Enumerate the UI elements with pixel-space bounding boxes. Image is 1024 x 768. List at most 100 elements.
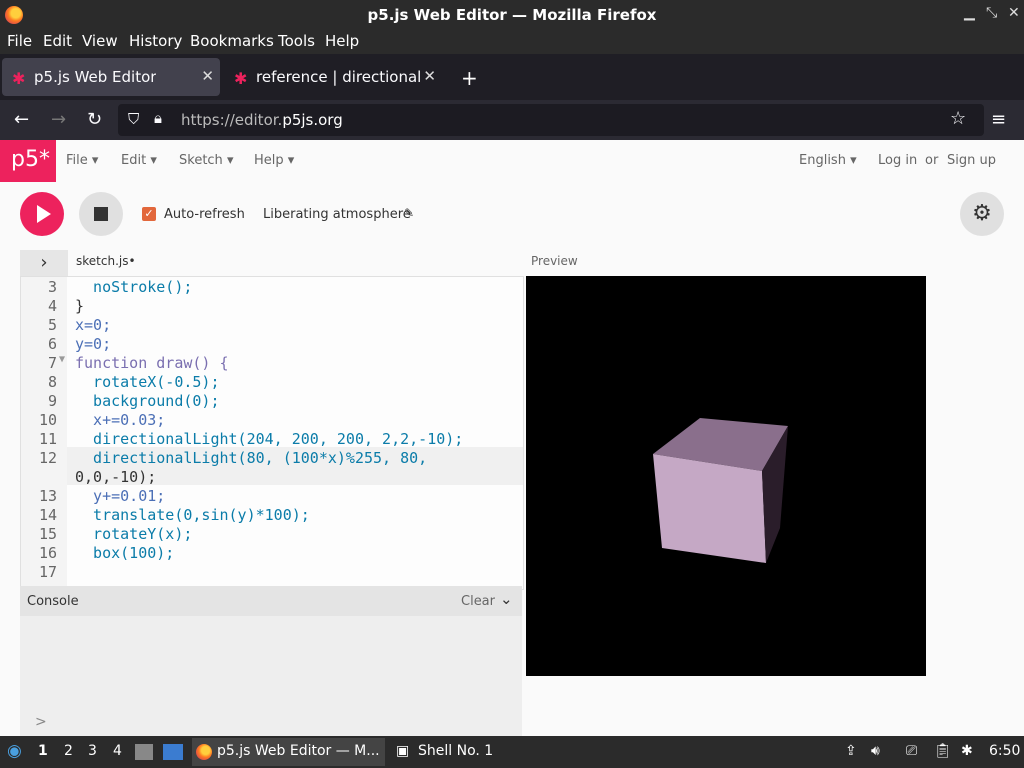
p5-favicon-icon: ✱: [234, 69, 248, 88]
line-number: 3: [47, 278, 57, 296]
menu-tools[interactable]: Tools: [278, 32, 315, 50]
p5-logo[interactable]: p5*: [0, 140, 56, 182]
reload-icon[interactable]: ↻: [87, 109, 102, 130]
p5-menu-file[interactable]: File ▾: [66, 153, 98, 168]
code-line: y+=0.01;: [75, 487, 166, 505]
forward-icon[interactable]: →: [51, 109, 66, 130]
network-icon[interactable]: ⎚: [906, 743, 917, 759]
line-number: 11: [38, 430, 57, 448]
edit-pencil-icon[interactable]: ✎: [404, 206, 414, 220]
p5-menu-edit[interactable]: Edit ▾: [121, 153, 157, 168]
new-tab-icon[interactable]: +: [461, 66, 478, 90]
close-tab-icon[interactable]: ✕: [201, 67, 214, 85]
stop-button[interactable]: [79, 192, 123, 236]
files-icon[interactable]: [135, 744, 153, 760]
line-number: 13: [38, 487, 57, 505]
or-text: or: [925, 153, 939, 168]
line-number: 17: [38, 563, 57, 581]
editor-area: › sketch.js• Preview 3 4 5 6 7 ▼ 8 9 10 …: [0, 246, 1024, 736]
tray-upload-icon[interactable]: ⇪: [845, 743, 857, 759]
expand-sidebar-chevron-icon[interactable]: ›: [20, 250, 68, 276]
workspace-3[interactable]: 3: [88, 743, 97, 759]
terminal-icon: ▣: [396, 743, 410, 759]
console-header: Console Clear ⌄: [20, 586, 522, 616]
code-line: x=0;: [75, 316, 112, 334]
workspace-2[interactable]: 2: [64, 743, 73, 759]
firefox-icon: [196, 744, 212, 760]
language-select[interactable]: English ▾: [799, 153, 857, 168]
code-line: translate(0,sin(y)*100);: [75, 506, 310, 524]
navigation-bar: ← → ↻ ⛉ 🔒︎ https://editor.p5js.org ☆ ≡: [0, 100, 1024, 140]
line-number: 10: [38, 411, 57, 429]
volume-icon[interactable]: 🔊︎: [871, 743, 880, 759]
fold-arrow-icon[interactable]: ▼: [59, 354, 65, 365]
tab-label: reference | directionalLig: [256, 68, 422, 86]
hamburger-menu-icon[interactable]: ≡: [991, 109, 1006, 130]
code-line: rotateX(-0.5);: [75, 373, 220, 391]
login-link[interactable]: Log in: [878, 153, 917, 168]
menu-help[interactable]: Help: [325, 32, 359, 50]
url-bar[interactable]: ⛉ 🔒︎ https://editor.p5js.org ☆: [118, 104, 984, 136]
code-line: directionalLight(80, (100*x)%255, 80,: [75, 449, 428, 467]
console-label: Console: [27, 594, 79, 609]
collapse-chevron-icon[interactable]: ⌄: [500, 590, 513, 608]
p5-favicon-icon: ✱: [12, 69, 26, 88]
window-titlebar: p5.js Web Editor — Mozilla Firefox ▁ ⤡ ✕: [0, 0, 1024, 30]
code-editor[interactable]: 3 4 5 6 7 ▼ 8 9 10 11 12 13 14 15 16 17 …: [20, 276, 524, 590]
tab-p5-editor[interactable]: ✱ p5.js Web Editor ✕: [2, 58, 220, 96]
code-line: 0,0,-10);: [75, 468, 157, 486]
line-number: 5: [47, 316, 57, 334]
close-tab-icon[interactable]: ✕: [423, 67, 436, 85]
settings-gear-icon[interactable]: ⚙: [960, 192, 1004, 236]
menubar: File Edit View History Bookmarks Tools H…: [0, 30, 1024, 54]
shield-icon[interactable]: ⛉: [128, 110, 139, 128]
code-line: directionalLight(204, 200, 200, 2,2,-10)…: [75, 430, 464, 448]
sketch-toolbar: ✓ Auto-refresh Liberating atmosphere ✎ ⚙: [0, 182, 1024, 247]
line-number: 4: [47, 297, 57, 315]
window-title: p5.js Web Editor — Mozilla Firefox: [367, 6, 657, 24]
line-number: 6: [47, 335, 57, 353]
restore-icon[interactable]: ⤡: [986, 5, 997, 21]
line-number: 14: [38, 506, 57, 524]
tab-reference[interactable]: ✱ reference | directionalLig ✕: [224, 58, 442, 96]
menu-bookmarks[interactable]: Bookmarks: [190, 32, 274, 50]
play-button[interactable]: [20, 192, 64, 236]
task-label: p5.js Web Editor — M...: [217, 743, 380, 759]
p5-menu-help[interactable]: Help ▾: [254, 153, 294, 168]
task-firefox[interactable]: p5.js Web Editor — M...: [192, 738, 385, 766]
workspace-4[interactable]: 4: [113, 743, 122, 759]
console-prompt[interactable]: >: [35, 714, 47, 730]
code-line: box(100);: [75, 544, 175, 562]
back-icon[interactable]: ←: [14, 109, 29, 130]
rendered-cube: [653, 418, 788, 563]
code-line: background(0);: [75, 392, 220, 410]
clipboard-icon[interactable]: 📋︎: [934, 743, 952, 759]
desktop-icon[interactable]: [163, 744, 183, 760]
sketch-preview-canvas[interactable]: [526, 276, 926, 676]
line-number: 15: [38, 525, 57, 543]
line-number: 16: [38, 544, 57, 562]
menu-view[interactable]: View: [82, 32, 118, 50]
bluetooth-icon[interactable]: ✱: [961, 743, 973, 759]
file-tab[interactable]: sketch.js•: [76, 254, 136, 268]
menu-edit[interactable]: Edit: [43, 32, 72, 50]
auto-refresh-checkbox[interactable]: ✓: [142, 207, 156, 221]
minimize-icon[interactable]: ▁: [964, 5, 975, 21]
workspace-1[interactable]: 1: [38, 743, 48, 759]
signup-link[interactable]: Sign up: [947, 153, 996, 168]
task-shell[interactable]: Shell No. 1: [418, 743, 493, 759]
menu-history[interactable]: History: [129, 32, 182, 50]
bookmark-star-icon[interactable]: ☆: [950, 108, 966, 129]
sketch-name[interactable]: Liberating atmosphere: [263, 207, 411, 222]
line-number: 9: [47, 392, 57, 410]
console-clear-button[interactable]: Clear: [461, 594, 495, 609]
lock-icon[interactable]: 🔒︎: [154, 109, 162, 127]
clock: 6:50: [989, 743, 1021, 759]
close-window-icon[interactable]: ✕: [1008, 5, 1020, 21]
menu-file[interactable]: File: [7, 32, 32, 50]
code-line: rotateY(x);: [75, 525, 193, 543]
preview-label: Preview: [531, 254, 578, 268]
p5-menu-sketch[interactable]: Sketch ▾: [179, 153, 233, 168]
console-panel: Console Clear ⌄ >: [20, 586, 522, 736]
start-menu-icon[interactable]: ◉: [7, 741, 22, 761]
